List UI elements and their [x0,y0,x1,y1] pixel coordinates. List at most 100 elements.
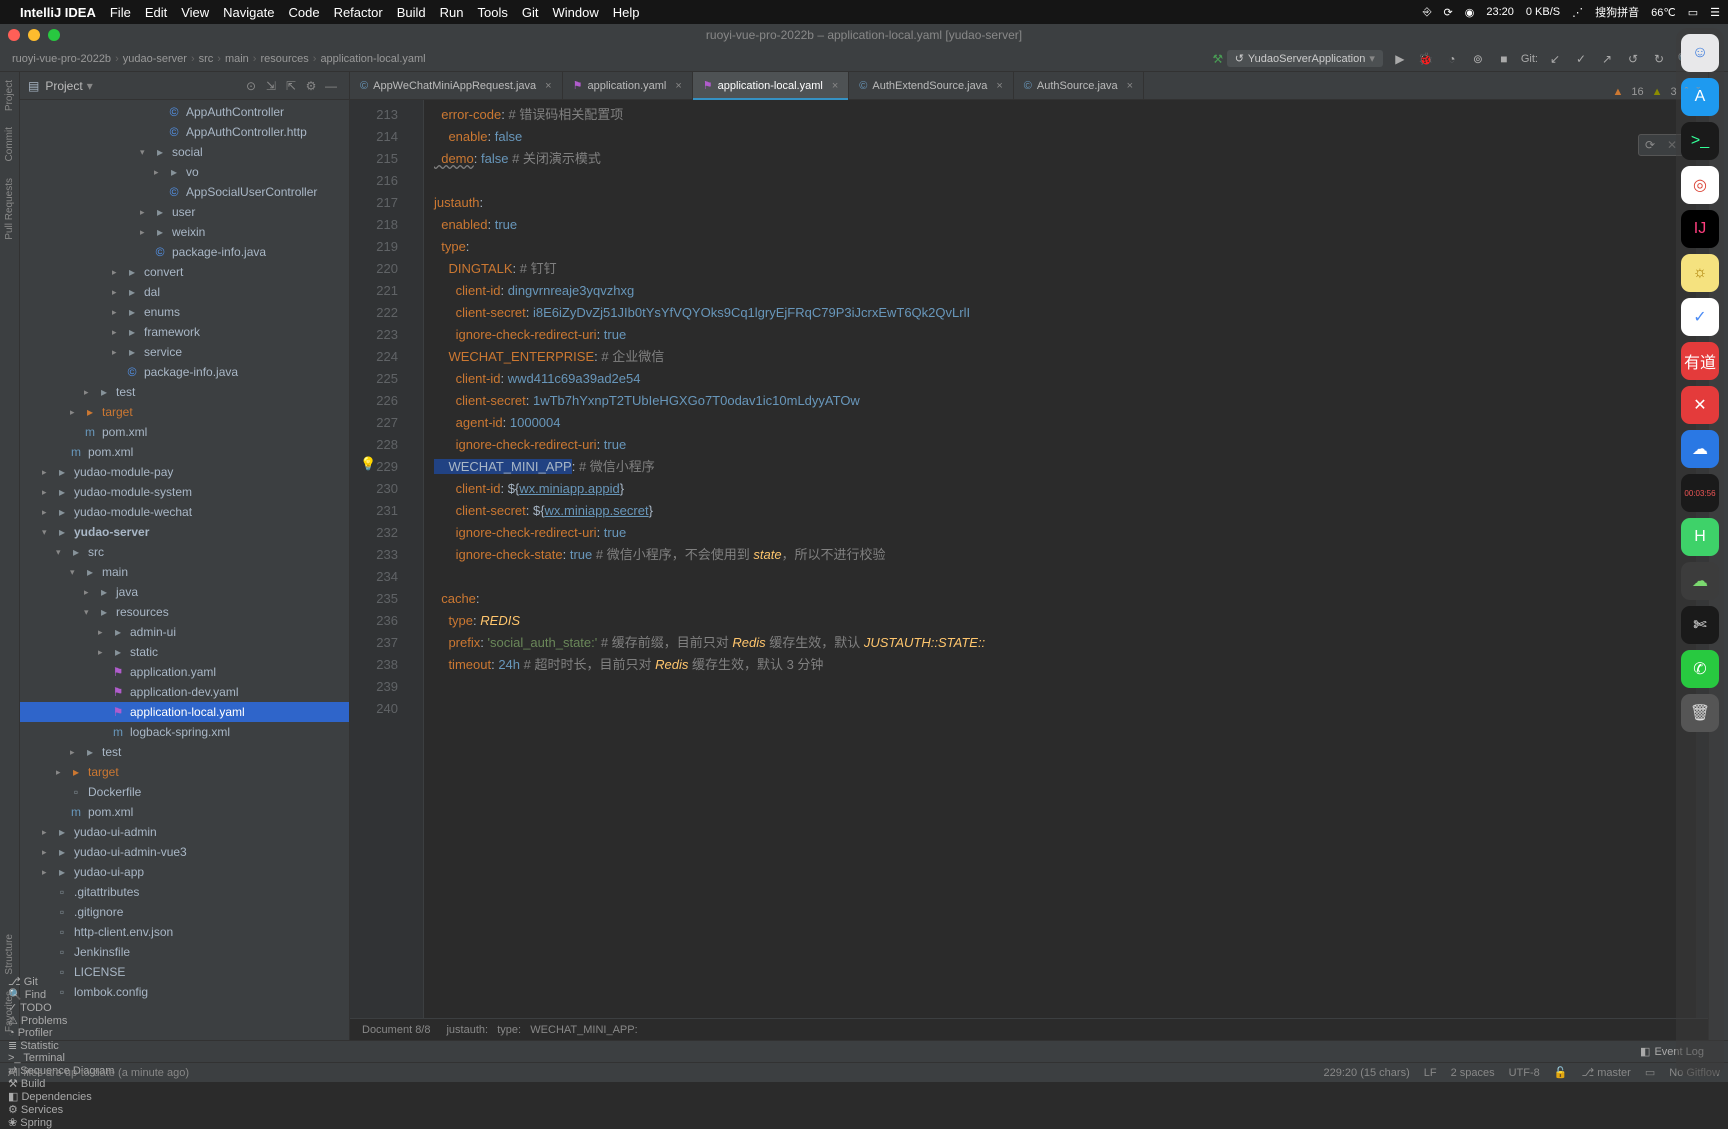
favorites-tool-button[interactable]: Favorites [4,991,15,1032]
tree-row[interactable]: m pom.xml [20,802,349,822]
status-camera-icon[interactable]: ⎆ [1423,6,1432,19]
tool-button-spring[interactable]: ❀ Spring [8,1116,114,1129]
vcs-rollback-icon[interactable]: ↻ [1650,50,1668,68]
tree-row[interactable]: © package-info.java [20,242,349,262]
editor-tab[interactable]: ⚑application.yaml× [563,72,693,99]
editor-tab[interactable]: ⚑application-local.yaml× [693,72,849,99]
git-branch[interactable]: ⎇ master [1581,1066,1630,1079]
settings-gear-icon[interactable]: ⚙ [301,79,321,93]
collapse-all-icon[interactable]: ⇱ [281,79,301,93]
menu-refactor[interactable]: Refactor [334,5,383,20]
menu-view[interactable]: View [181,5,209,20]
line-separator[interactable]: LF [1424,1067,1437,1079]
tree-row[interactable]: ▾ ▸ yudao-server [20,522,349,542]
tree-row[interactable]: ▸ ▸ yudao-module-system [20,482,349,502]
tree-row[interactable]: ▸ ▸ java [20,582,349,602]
dock-app[interactable]: 有道 [1681,342,1719,380]
tree-row[interactable]: © AppAuthController [20,102,349,122]
dock-app[interactable]: ✄ [1681,606,1719,644]
editor-crumb[interactable]: justauth: [446,1024,488,1036]
tree-row[interactable]: ▾ ▸ resources [20,602,349,622]
breadcrumbs[interactable]: ruoyi-vue-pro-2022b›yudao-server›src›mai… [8,53,430,65]
close-tab-icon[interactable]: × [996,80,1002,92]
indent[interactable]: 2 spaces [1451,1067,1495,1079]
menu-build[interactable]: Build [397,5,426,20]
vcs-update-icon[interactable]: ↙ [1546,50,1564,68]
tool-button-problems[interactable]: ⚠ Problems [8,1014,114,1027]
commit-tool-button[interactable]: Commit [4,127,15,161]
close-tab-icon[interactable]: × [832,80,838,92]
encoding[interactable]: UTF-8 [1509,1067,1540,1079]
editor-breadcrumb[interactable]: Document 8/8 justauth: type: WECHAT_MINI… [350,1018,1708,1040]
tree-row[interactable]: ▸ ▸ test [20,382,349,402]
tree-row[interactable]: m pom.xml [20,422,349,442]
vcs-push-icon[interactable]: ↗ [1598,50,1616,68]
tool-button-dependencies[interactable]: ◧ Dependencies [8,1090,114,1103]
menu-run[interactable]: Run [440,5,464,20]
crumb[interactable]: resources [256,53,312,65]
tree-row[interactable]: ▾ ▸ main [20,562,349,582]
menu-navigate[interactable]: Navigate [223,5,274,20]
dock-app[interactable]: >_ [1681,122,1719,160]
run-icon[interactable]: ▶ [1391,50,1409,68]
tool-button-services[interactable]: ⚙ Services [8,1103,114,1116]
editor-crumb[interactable]: type: [497,1024,521,1036]
tree-row[interactable]: ▸ ▸ static [20,642,349,662]
dock-app[interactable]: ◎ [1681,166,1719,204]
tree-row[interactable]: ▸ ▸ yudao-ui-app [20,862,349,882]
tree-row[interactable]: ▫ .gitignore [20,902,349,922]
vcs-commit-icon[interactable]: ✓ [1572,50,1590,68]
tree-row[interactable]: ▸ ▸ weixin [20,222,349,242]
crumb[interactable]: yudao-server [119,53,191,65]
tree-row[interactable]: m pom.xml [20,442,349,462]
menu-git[interactable]: Git [522,5,539,20]
tree-row[interactable]: ▾ ▸ src [20,542,349,562]
editor-tab[interactable]: ©AppWeChatMiniAppRequest.java× [350,72,563,99]
tree-row[interactable]: ▸ ▸ yudao-module-wechat [20,502,349,522]
expand-all-icon[interactable]: ⇲ [261,79,281,93]
editor-crumb[interactable]: WECHAT_MINI_APP: [530,1024,637,1036]
profile-icon[interactable]: ⊚ [1469,50,1487,68]
menu-window[interactable]: Window [552,5,598,20]
tree-row[interactable]: ▾ ▸ social [20,142,349,162]
run-config-selector[interactable]: YudaoServerApplication ▾ [1227,50,1383,67]
tree-row[interactable]: ⚑ application-dev.yaml [20,682,349,702]
status-controlcenter-icon[interactable]: ☰ [1710,6,1720,19]
dock-app[interactable]: ✕ [1681,386,1719,424]
crumb[interactable]: src [195,53,218,65]
status-screenrecord-icon[interactable]: ◉ [1465,6,1475,19]
tree-row[interactable]: ▫ http-client.env.json [20,922,349,942]
crumb[interactable]: application-local.yaml [316,53,429,65]
tree-row[interactable]: ▸ ▸ enums [20,302,349,322]
dock-app[interactable]: ✓ [1681,298,1719,336]
crumb[interactable]: ruoyi-vue-pro-2022b [8,53,115,65]
readonly-lock-icon[interactable]: 🔓 [1554,1066,1568,1079]
tool-button-profiler[interactable]: ◔ Profiler [8,1027,114,1039]
project-tool-button[interactable]: Project [4,80,15,111]
menu-tools[interactable]: Tools [477,5,507,20]
memory-indicator[interactable]: ▭ [1645,1066,1655,1079]
dock-app[interactable]: ☼ [1681,254,1719,292]
inspections-indicator[interactable]: ▲16 ▲3 ˆˇ [1613,86,1701,98]
tree-row[interactable]: ⚑ application-local.yaml [20,702,349,722]
close-tab-icon[interactable]: × [1127,80,1133,92]
tree-row[interactable]: ⚑ application.yaml [20,662,349,682]
tree-row[interactable]: © AppSocialUserController [20,182,349,202]
tree-row[interactable]: ▸ ▸ yudao-ui-admin-vue3 [20,842,349,862]
dock-app[interactable]: IJ [1681,210,1719,248]
tree-row[interactable]: ▸ ▸ service [20,342,349,362]
tree-row[interactable]: ▸ ▸ yudao-ui-admin [20,822,349,842]
structure-tool-button[interactable]: Structure [4,934,15,975]
tree-row[interactable]: ▸ ▸ dal [20,282,349,302]
dock-app[interactable]: ✆ [1681,650,1719,688]
close-tab-icon[interactable]: × [675,80,681,92]
menu-help[interactable]: Help [613,5,640,20]
app-name[interactable]: IntelliJ IDEA [20,5,96,20]
status-time[interactable]: 23:20 [1486,6,1514,18]
status-sync-icon[interactable]: ⟳ [1444,6,1453,19]
status-ime[interactable]: 搜狗拼音 [1595,4,1639,20]
build-hammer-icon[interactable]: ⚒ [1209,50,1227,68]
tool-button-todo[interactable]: ✓ TODO [8,1001,114,1014]
tool-button-terminal[interactable]: >_ Terminal [8,1052,114,1064]
tree-row[interactable]: ▸ ▸ test [20,742,349,762]
